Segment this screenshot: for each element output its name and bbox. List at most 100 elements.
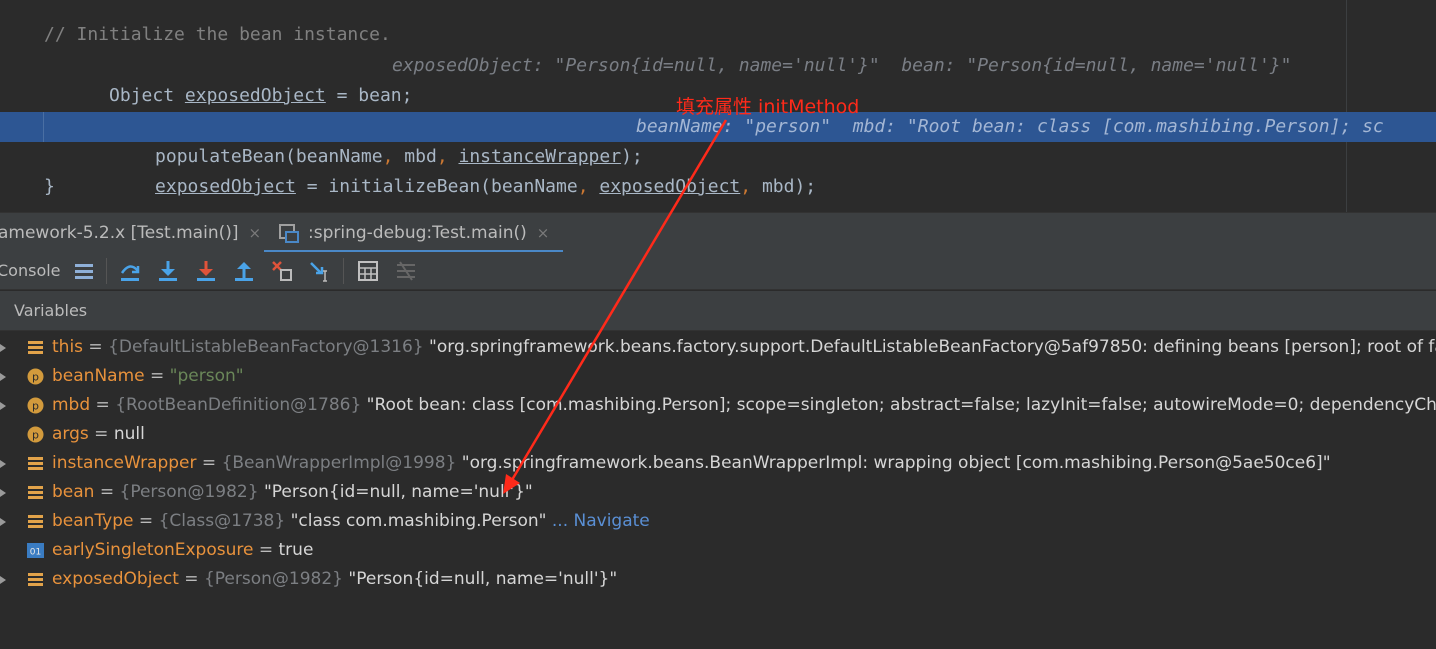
variable-equals: = (253, 540, 279, 560)
variable-row[interactable]: this = {DefaultListableBeanFactory@1316}… (0, 333, 1436, 362)
variable-value: "Person{id=null, name='null'}" (348, 569, 618, 589)
variable-row[interactable]: bean = {Person@1982} "Person{id=null, na… (0, 478, 1436, 507)
variable-row[interactable]: p mbd = {RootBeanDefinition@1786} "Root b… (0, 391, 1436, 420)
expand-arrow-icon[interactable] (0, 574, 6, 586)
variable-name: beanName (52, 366, 145, 386)
close-icon[interactable]: × (249, 224, 262, 242)
code-comment: // Initialize the bean instance. (44, 24, 391, 45)
variable-reference: {Class@1738} (158, 511, 291, 531)
expand-arrow-icon[interactable] (0, 516, 6, 528)
variable-row[interactable]: beanType = {Class@1738} "class com.mashi… (0, 507, 1436, 536)
variable-name: mbd (52, 395, 91, 415)
variable-name: exposedObject (52, 569, 179, 589)
step-into-icon[interactable] (156, 259, 180, 283)
variable-value: true (278, 540, 314, 560)
variable-equals: = (144, 366, 170, 386)
variable-name: instanceWrapper (52, 453, 197, 473)
variables-tree[interactable]: this = {DefaultListableBeanFactory@1316}… (0, 332, 1436, 649)
tab-session-framework[interactable]: amework-5.2.x [Test.main()] × (0, 213, 261, 253)
variable-text: earlySingletonExposure = true (52, 536, 313, 565)
force-step-into-icon[interactable] (194, 259, 218, 283)
field-icon (28, 457, 43, 470)
variables-title: Variables (14, 301, 88, 320)
variable-reference: {BeanWrapperImpl@1998} (221, 453, 462, 473)
tab-session-spring-debug[interactable]: :spring-debug:Test.main() × (264, 213, 564, 253)
variable-text: beanType = {Class@1738} "class com.mashi… (52, 507, 650, 536)
variable-name: args (52, 424, 89, 444)
variable-reference: {Person@1982} (203, 569, 349, 589)
field-icon (28, 573, 43, 586)
variable-equals: = (133, 511, 159, 531)
boolean-icon: 01 (27, 543, 44, 558)
variable-value: "Root bean: class [com.mashibing.Person]… (366, 395, 1436, 415)
variable-name: earlySingletonExposure (52, 540, 254, 560)
variable-reference: {DefaultListableBeanFactory@1316} (108, 337, 430, 357)
variable-equals: = (94, 482, 120, 502)
variable-text: instanceWrapper = {BeanWrapperImpl@1998}… (52, 449, 1331, 478)
run-to-cursor-icon[interactable] (308, 259, 332, 283)
variable-value: "org.springframework.beans.factory.suppo… (429, 337, 1436, 357)
variable-equals: = (178, 569, 204, 589)
drop-frame-icon[interactable] (270, 259, 294, 283)
expand-arrow-icon[interactable] (0, 400, 6, 412)
variable-row[interactable]: p beanName = "person" (0, 362, 1436, 391)
code-line[interactable]: exposedObject = initializeBean(beanName,… (0, 142, 1436, 197)
tab-label: amework-5.2.x [Test.main()] (0, 223, 239, 243)
navigate-link[interactable]: ... Navigate (547, 511, 650, 531)
variable-equals: = (83, 337, 109, 357)
variable-text: args = null (52, 420, 145, 449)
code-line[interactable]: } (0, 172, 1436, 202)
trace-icon[interactable] (394, 259, 418, 283)
variable-text: exposedObject = {Person@1982} "Person{id… (52, 565, 617, 594)
parameter-icon: p (27, 368, 44, 385)
variable-value: null (113, 424, 145, 444)
svg-text:p: p (32, 400, 39, 413)
tab-console[interactable]: Console (0, 261, 61, 280)
variable-equals: = (88, 424, 114, 444)
variable-name: this (52, 337, 84, 357)
variable-equals: = (90, 395, 116, 415)
close-icon[interactable]: × (537, 224, 550, 242)
variable-reference: {RootBeanDefinition@1786} (115, 395, 367, 415)
variable-value: "Person{id=null, name='null'}" (263, 482, 533, 502)
svg-text:p: p (32, 429, 39, 442)
step-over-icon[interactable] (118, 259, 142, 283)
variable-value: "org.springframework.beans.BeanWrapperIm… (461, 453, 1331, 473)
parameter-icon: p (27, 426, 44, 443)
variable-text: mbd = {RootBeanDefinition@1786} "Root be… (52, 391, 1436, 420)
variable-reference: {Person@1982} (119, 482, 264, 502)
variable-name: beanType (52, 511, 134, 531)
expand-arrow-icon[interactable] (0, 342, 6, 354)
inline-debug-value: exposedObject: "Person{id=null, name='nu… (392, 55, 1292, 76)
variable-row[interactable]: 01 earlySingletonExposure = true (0, 536, 1436, 565)
evaluate-expression-icon[interactable] (356, 259, 380, 283)
expand-arrow-icon[interactable] (0, 487, 6, 499)
variable-row[interactable]: exposedObject = {Person@1982} "Person{id… (0, 565, 1436, 594)
tab-label: :spring-debug:Test.main() (308, 223, 527, 243)
show-execution-point-icon[interactable] (72, 259, 96, 283)
variable-text: beanName = "person" (52, 362, 244, 391)
variable-row[interactable]: instanceWrapper = {BeanWrapperImpl@1998}… (0, 449, 1436, 478)
expand-arrow-icon[interactable] (0, 458, 6, 470)
code-line[interactable]: Object exposedObject = bean; exposedObje… (0, 51, 1436, 106)
annotation-label: 填充属性 initMethod (676, 96, 860, 118)
svg-text:p: p (32, 371, 39, 384)
variable-row[interactable]: p args = null (0, 420, 1436, 449)
field-icon (28, 515, 43, 528)
debug-session-tabs: amework-5.2.x [Test.main()] × :spring-deb… (0, 212, 1436, 253)
variables-panel-header: Variables (0, 291, 1436, 331)
variable-value: "person" (169, 366, 244, 386)
variable-equals: = (196, 453, 222, 473)
step-out-icon[interactable] (232, 259, 256, 283)
debug-session-icon (279, 224, 299, 243)
code-line[interactable]: // Initialize the bean instance. (0, 20, 1436, 50)
variable-name: bean (52, 482, 95, 502)
debugger-toolbar: Console (0, 252, 1436, 290)
gutter-marker (0, 112, 44, 142)
expand-arrow-icon[interactable] (0, 371, 6, 383)
svg-text:01: 01 (30, 548, 41, 558)
variable-value: "class com.mashibing.Person" (290, 511, 547, 531)
toolbar-separator (106, 258, 107, 284)
field-icon (28, 486, 43, 499)
variable-text: this = {DefaultListableBeanFactory@1316}… (52, 333, 1436, 362)
